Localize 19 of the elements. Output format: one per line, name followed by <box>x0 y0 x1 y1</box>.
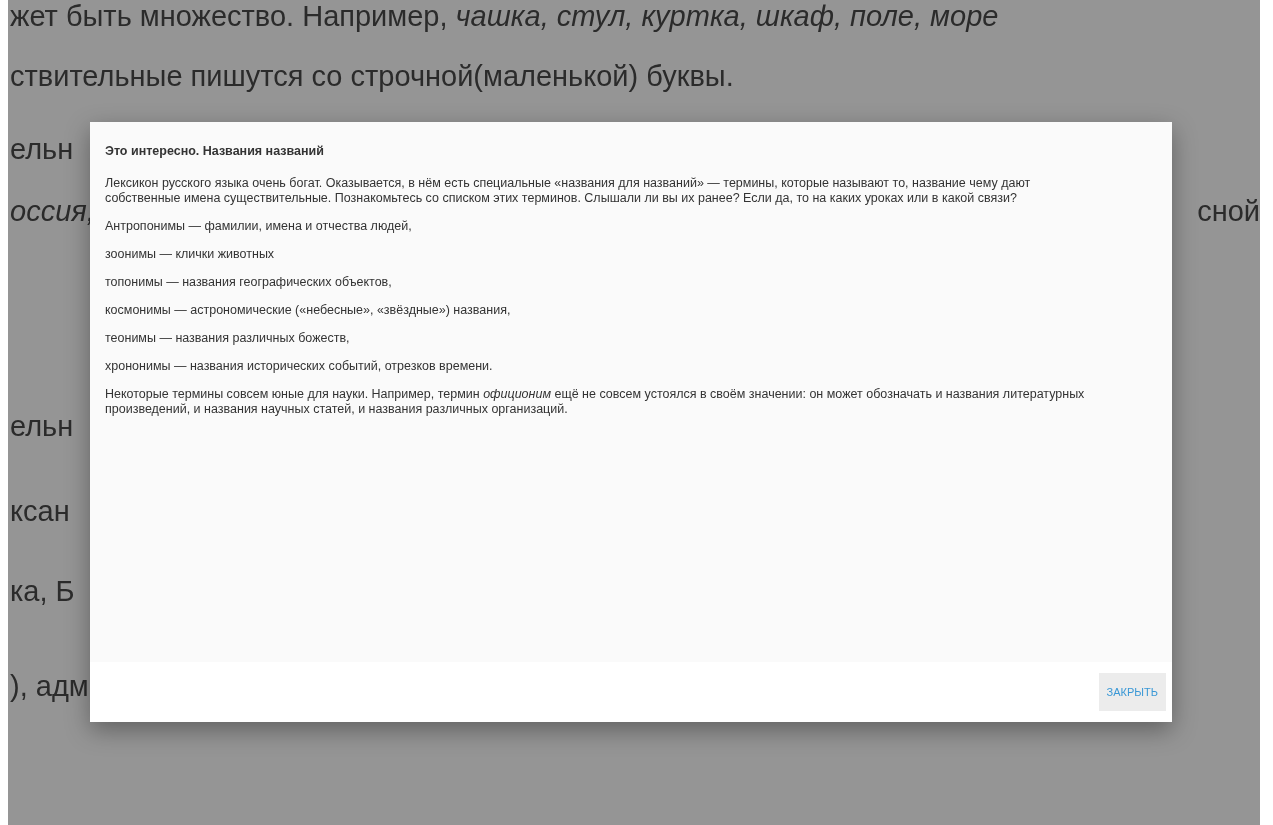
dialog-paragraph: теонимы — названия различных божеств, <box>105 331 351 346</box>
dialog-paragraph: топонимы — названия географических объектов, <box>105 275 393 290</box>
dialog-paragraph: хрононимы — названия исторических событий, отрезков времени. <box>105 359 494 374</box>
dialog-title: Это интересно. Названия названий <box>105 144 325 158</box>
page-text: ка, Б <box>10 574 75 609</box>
page-text: ствительные пишутся со строчной(маленькой) буквы. <box>10 59 734 94</box>
close-button[interactable]: ЗАКРЫТЬ <box>1098 673 1166 711</box>
dialog-paragraph: Лексикон русского языка очень богат. Оказывается, в нём есть специальные «названия для названий» — термины, которые называют то, название чему дают собственные имена существительные. Познакомьтесь со списком этих терминов. Слышали ли вы их ранее? Если да, то на каких уроках или в какой связи? <box>105 176 1032 206</box>
dialog-paragraph: космонимы — астрономические («небесные», «звёздные») названия, <box>105 303 512 318</box>
page-text: ельн <box>10 132 74 167</box>
page-text: ксан <box>10 494 70 529</box>
page-text: жет быть множество. Например, чашка, стул, куртка, шкаф, поле, море <box>10 0 999 34</box>
page-text: ), адм <box>10 669 89 704</box>
dialog-paragraph: Антропонимы — фамилии, имена и отчества людей, <box>105 219 413 234</box>
page-text: ельн <box>10 409 74 444</box>
page-text: оссия, <box>10 194 95 229</box>
dialog-paragraph: Некоторые термины совсем юные для науки. Например, термин официоним ещё не совсем устоялся в своём значении: он может обозначать и названия литературных произведений, и названия научных статей, и названия различных организаций. <box>105 387 1086 417</box>
page-text: сной <box>1197 194 1260 229</box>
dialog-paragraph: зоонимы — клички животных <box>105 247 276 262</box>
